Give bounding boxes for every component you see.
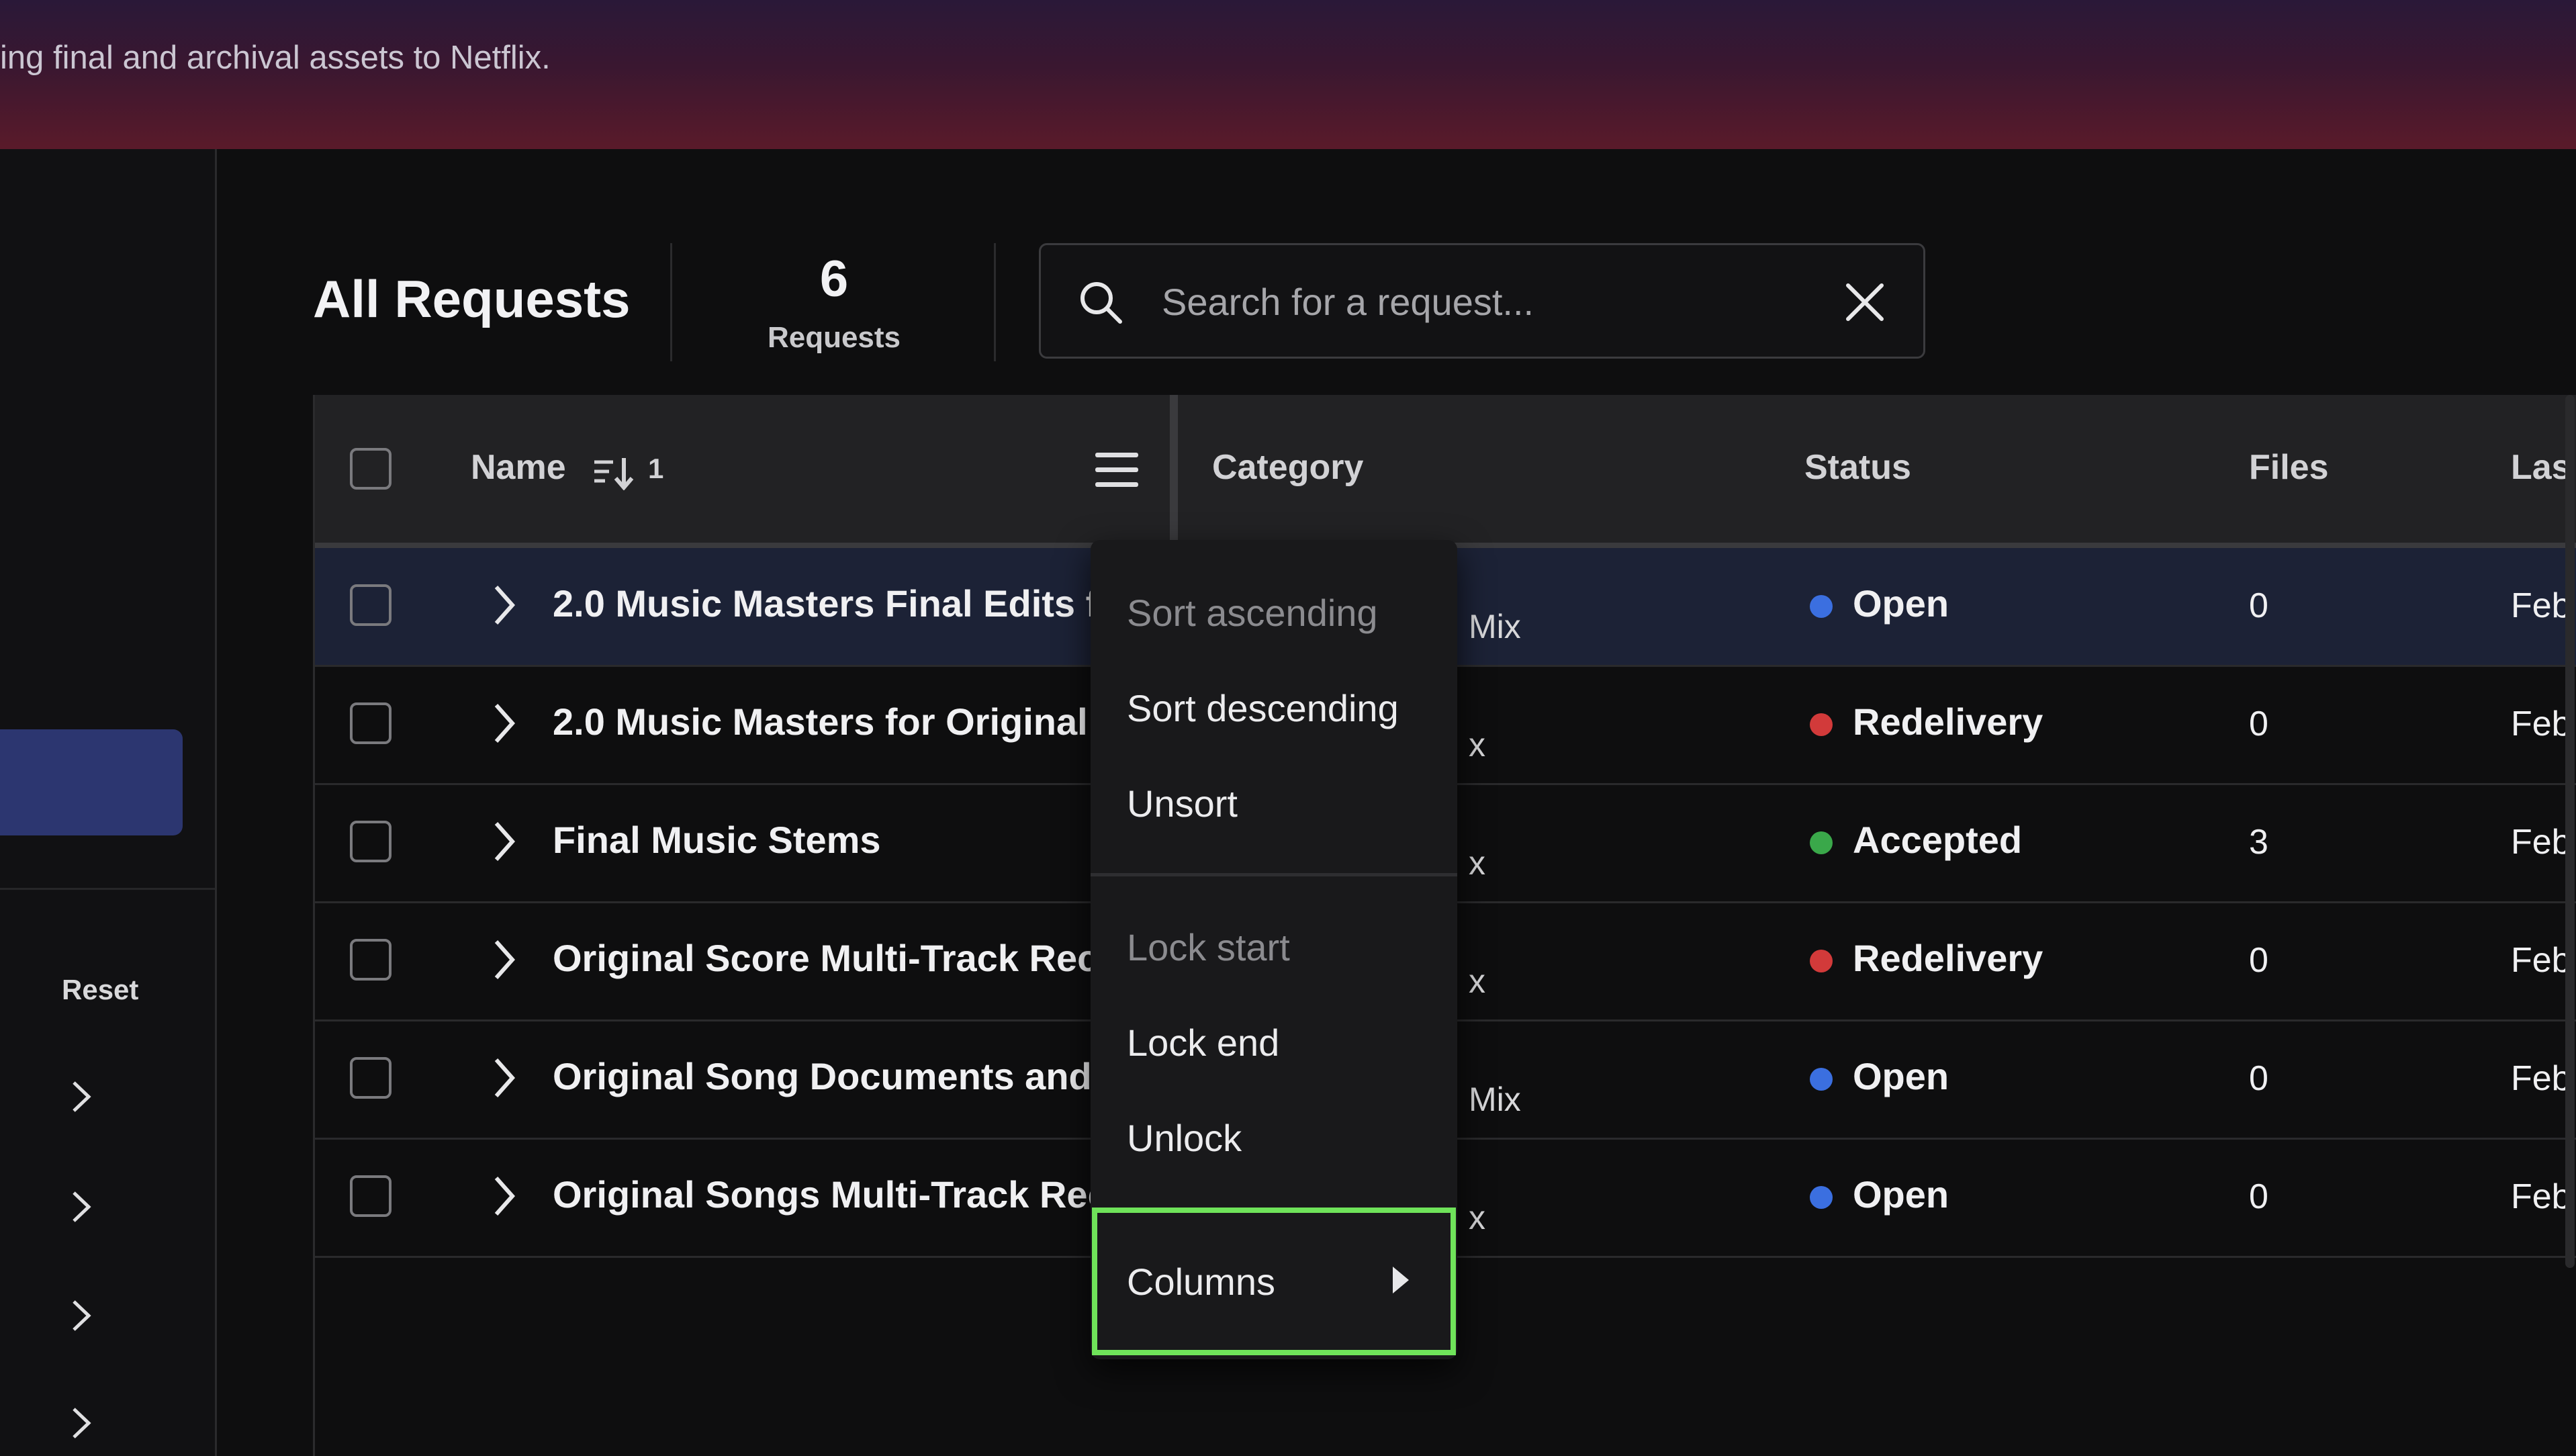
chevron-right-icon[interactable] <box>491 819 518 864</box>
search-icon <box>1080 282 1122 324</box>
search-box <box>1039 243 1925 359</box>
chevron-right-icon[interactable] <box>67 1299 94 1332</box>
status-badge: Accepted <box>1853 819 2023 861</box>
files-count: 0 <box>2249 941 2268 980</box>
request-category: x <box>1469 726 1485 764</box>
chevron-right-icon[interactable] <box>491 701 518 745</box>
header-banner: ing final and archival assets to Netflix… <box>0 0 2576 150</box>
column-menu-icon[interactable] <box>1095 451 1138 489</box>
search-input[interactable] <box>1160 272 1808 331</box>
select-all-checkbox[interactable] <box>350 448 392 490</box>
banner-description: ing final and archival assets to Netflix… <box>0 40 551 76</box>
chevron-right-icon[interactable] <box>491 938 518 982</box>
column-header-category[interactable]: Category <box>1212 447 1363 488</box>
status-dot <box>1810 1068 1833 1091</box>
row-checkbox[interactable] <box>350 584 392 626</box>
chevron-right-icon[interactable] <box>491 1174 518 1218</box>
chevron-right-icon[interactable] <box>491 1056 518 1100</box>
status-dot <box>1810 831 1833 854</box>
files-count: 0 <box>2249 704 2268 743</box>
chevron-right-icon[interactable] <box>67 1080 94 1113</box>
files-count: 3 <box>2249 823 2268 862</box>
column-context-menu: Sort ascending Sort descending Unsort Lo… <box>1091 540 1457 1359</box>
sidebar-active-item[interactable] <box>0 729 183 835</box>
row-checkbox[interactable] <box>350 1057 392 1099</box>
request-count-label: Requests <box>767 321 901 354</box>
menu-lock-start: Lock start <box>1127 926 1290 968</box>
menu-sort-ascending: Sort ascending <box>1127 592 1378 634</box>
request-category: Mix <box>1469 1081 1521 1118</box>
reset-button[interactable]: Reset <box>62 974 138 1006</box>
status-badge: Redelivery <box>1853 937 2043 979</box>
request-category: x <box>1469 1199 1485 1236</box>
header-divider <box>994 243 996 361</box>
page-title: All Requests <box>313 269 631 328</box>
menu-divider <box>1091 873 1457 876</box>
table-header: Name 1 Category Status Files Las <box>315 395 2576 548</box>
row-checkbox[interactable] <box>350 821 392 862</box>
chevron-right-icon[interactable] <box>491 583 518 627</box>
request-count: 6 <box>819 251 849 308</box>
column-resize-handle[interactable] <box>1170 395 1178 545</box>
request-category: x <box>1469 844 1485 882</box>
files-count: 0 <box>2249 586 2268 625</box>
status-dot <box>1810 1186 1833 1209</box>
request-category: x <box>1469 962 1485 1000</box>
files-count: 0 <box>2249 1059 2268 1098</box>
status-dot <box>1810 950 1833 972</box>
row-checkbox[interactable] <box>350 939 392 981</box>
status-badge: Open <box>1853 582 1949 625</box>
menu-lock-end[interactable]: Lock end <box>1127 1021 1279 1064</box>
menu-unlock[interactable]: Unlock <box>1127 1116 1242 1160</box>
column-header-name[interactable]: Name <box>471 447 566 488</box>
sort-order-number: 1 <box>648 453 664 484</box>
chevron-right-icon[interactable] <box>67 1190 94 1224</box>
chevron-right-icon[interactable] <box>67 1406 94 1440</box>
row-checkbox[interactable] <box>350 1175 392 1217</box>
status-badge: Open <box>1853 1055 1949 1097</box>
close-icon[interactable] <box>1843 280 1887 324</box>
column-header-status[interactable]: Status <box>1804 447 1911 488</box>
files-count: 0 <box>2249 1177 2268 1216</box>
menu-sort-descending[interactable]: Sort descending <box>1127 686 1399 730</box>
request-category: Mix <box>1469 608 1521 645</box>
status-dot <box>1810 713 1833 736</box>
sidebar-divider <box>0 888 215 890</box>
status-dot <box>1810 595 1833 618</box>
sort-ascending-icon <box>594 458 634 490</box>
menu-columns-label: Columns <box>1127 1261 1275 1303</box>
column-header-files[interactable]: Files <box>2249 447 2329 488</box>
vertical-scrollbar[interactable] <box>2565 395 2575 1268</box>
row-checkbox[interactable] <box>350 702 392 744</box>
menu-columns[interactable]: Columns <box>1092 1208 1456 1355</box>
status-badge: Redelivery <box>1853 700 2043 743</box>
status-badge: Open <box>1853 1173 1949 1216</box>
caret-right-icon <box>1393 1267 1409 1293</box>
menu-unsort[interactable]: Unsort <box>1127 782 1238 825</box>
sidebar: Reset <box>0 149 217 1456</box>
